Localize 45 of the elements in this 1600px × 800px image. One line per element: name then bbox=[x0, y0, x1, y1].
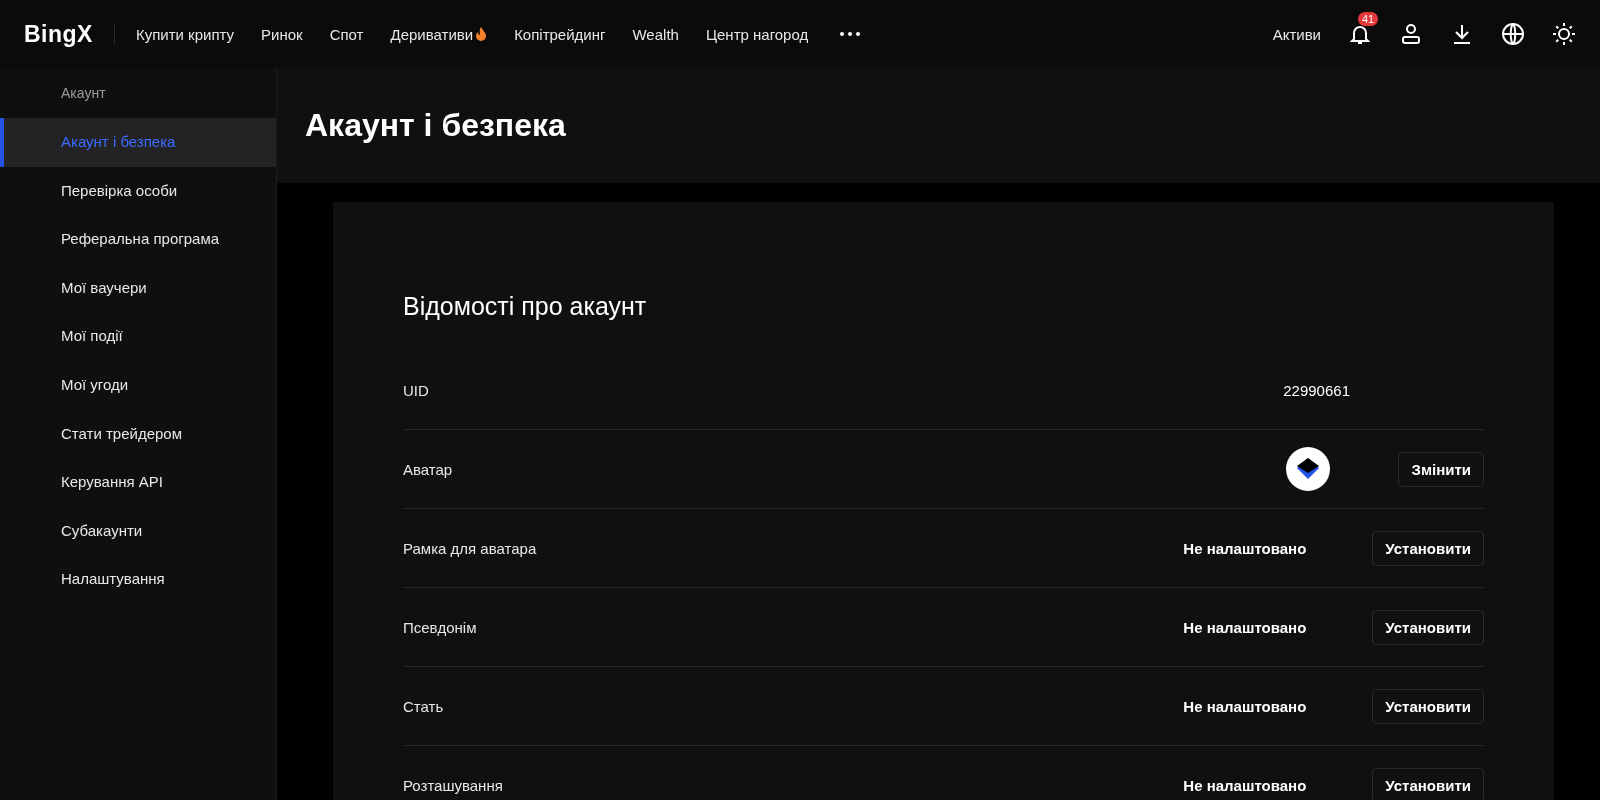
set-button[interactable]: Установити bbox=[1372, 530, 1484, 566]
sidebar-item[interactable]: Акаунт і безпека bbox=[0, 118, 276, 167]
sun-icon[interactable] bbox=[1552, 22, 1576, 46]
user-icon[interactable] bbox=[1399, 22, 1423, 46]
set-button[interactable]: Установити bbox=[1372, 767, 1484, 800]
sidebar-item[interactable]: Перевірка особи bbox=[0, 166, 276, 216]
notification-badge: 41 bbox=[1358, 12, 1379, 26]
nav-link[interactable]: Центр нагород bbox=[705, 25, 809, 43]
card-title: Відомості про акаунт bbox=[403, 292, 648, 321]
sidebar-item[interactable]: Реферальна програма bbox=[0, 215, 276, 264]
nav-link[interactable]: Ринок bbox=[261, 25, 303, 43]
row-label: Рамка для аватара bbox=[403, 539, 537, 557]
sidebar-item[interactable]: Керування API bbox=[0, 458, 276, 507]
nav-link[interactable]: Деривативи bbox=[390, 25, 488, 43]
page-title: Акаунт і безпека bbox=[305, 107, 566, 144]
change-button[interactable]: Змінити bbox=[1398, 451, 1484, 487]
nav-link[interactable]: Спот bbox=[329, 25, 364, 43]
row-label: UID bbox=[403, 381, 429, 399]
row-label: Стать bbox=[403, 697, 444, 715]
status-text: Не налаштовано bbox=[1183, 539, 1307, 557]
status-text: Не налаштовано bbox=[1183, 776, 1307, 794]
flame-icon bbox=[475, 27, 488, 41]
assets-link[interactable]: Активи bbox=[1272, 25, 1321, 43]
sidebar-item[interactable]: Налаштування bbox=[0, 555, 276, 604]
sidebar-item[interactable]: Стати трейдером bbox=[0, 409, 276, 459]
nav-link[interactable]: Wealth bbox=[632, 25, 679, 43]
sidebar-item[interactable]: Мої події bbox=[0, 312, 276, 361]
row-label: Аватар bbox=[403, 460, 453, 478]
more-icon[interactable] bbox=[840, 32, 861, 36]
nav-link[interactable]: Купити крипту bbox=[135, 25, 235, 43]
status-text: Не налаштовано bbox=[1183, 618, 1307, 636]
avatar-icon bbox=[1286, 447, 1331, 491]
sidebar-item[interactable]: Мої угоди bbox=[0, 360, 276, 410]
sidebar-section-title: Акаунт bbox=[60, 84, 107, 103]
uid-value: 22990661 bbox=[1283, 381, 1350, 399]
nav-link[interactable]: Копітрейдинг bbox=[514, 25, 606, 43]
globe-icon[interactable] bbox=[1501, 22, 1525, 46]
sidebar-item[interactable]: Мої ваучери bbox=[0, 263, 276, 313]
status-text: Не налаштовано bbox=[1183, 697, 1307, 715]
logo[interactable]: BingX bbox=[24, 20, 93, 48]
set-button[interactable]: Установити bbox=[1372, 609, 1484, 645]
sidebar-item[interactable]: Субакаунти bbox=[0, 506, 276, 556]
row-label: Псевдонім bbox=[403, 618, 477, 636]
set-button[interactable]: Установити bbox=[1372, 688, 1484, 724]
row-label: Розташування bbox=[403, 776, 503, 794]
